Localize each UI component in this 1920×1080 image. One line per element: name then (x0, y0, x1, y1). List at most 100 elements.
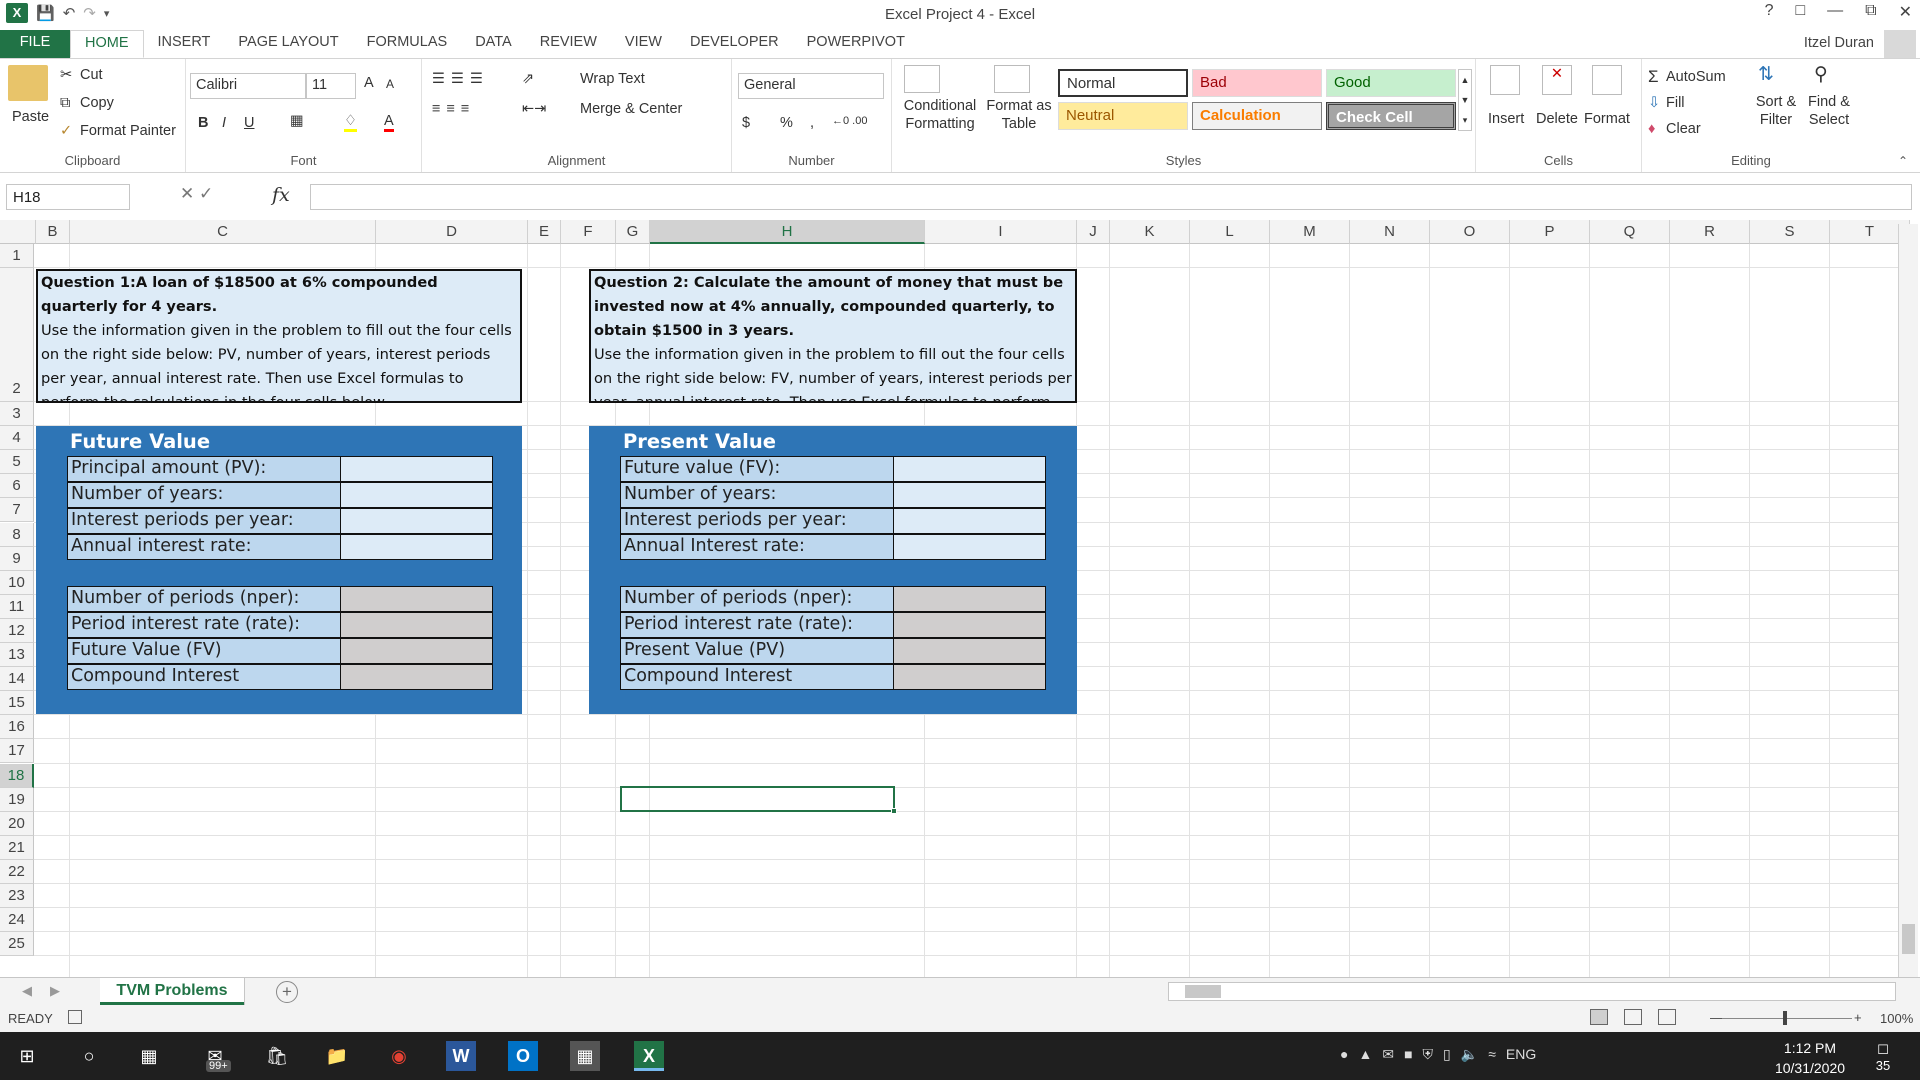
grow-font-button[interactable]: A (364, 75, 374, 91)
format-painter-button[interactable]: Format Painter (80, 123, 176, 139)
style-check-cell[interactable]: Check Cell (1326, 102, 1456, 130)
shrink-font-button[interactable]: A (386, 77, 394, 91)
minimize-icon[interactable]: — (1827, 2, 1843, 22)
number-format-select[interactable]: General (738, 73, 884, 99)
row-header[interactable]: 17 (0, 739, 34, 764)
fv-compound-interest-cell[interactable] (341, 664, 493, 690)
restore-icon[interactable]: ⧉ (1865, 2, 1876, 22)
fv-periods-cell[interactable] (341, 508, 493, 534)
row-header[interactable]: 12 (0, 618, 34, 643)
column-header[interactable]: H (650, 220, 925, 244)
row-header[interactable]: 8 (0, 522, 34, 547)
tab-page-layout[interactable]: PAGE LAYOUT (224, 30, 352, 58)
font-size-select[interactable]: 11 (306, 73, 356, 99)
pv-nper-cell[interactable] (894, 586, 1046, 612)
clock[interactable]: 1:12 PM 10/31/2020 (1750, 1038, 1870, 1078)
row-header[interactable]: 20 (0, 811, 34, 836)
fill-color-icon[interactable]: ♢ (344, 113, 357, 132)
store-icon[interactable]: 🛍 (262, 1041, 292, 1071)
comma-button[interactable]: , (810, 115, 814, 131)
style-bad[interactable]: Bad (1192, 69, 1322, 97)
style-calculation[interactable]: Calculation (1192, 102, 1322, 130)
bold-button[interactable]: B (198, 115, 208, 131)
row-header[interactable]: 15 (0, 691, 34, 716)
windows-start-icon[interactable]: ⊞ (12, 1041, 42, 1071)
volume-icon[interactable]: 🔈 (1461, 1046, 1478, 1063)
pv-rate-cell[interactable] (894, 534, 1046, 560)
tab-data[interactable]: DATA (461, 30, 526, 58)
format-painter-icon[interactable]: ✓ (60, 123, 72, 139)
row-header[interactable]: 19 (0, 787, 34, 812)
column-header[interactable]: B (36, 220, 70, 244)
indent-icons[interactable]: ⇤⇥ (522, 101, 546, 117)
tab-file[interactable]: FILE (0, 30, 70, 58)
fill-handle[interactable] (891, 808, 897, 814)
tab-home[interactable]: HOME (70, 30, 144, 58)
borders-icon[interactable]: ▦ (290, 113, 304, 129)
fv-years-cell[interactable] (341, 482, 493, 508)
paste-icon[interactable] (8, 65, 48, 101)
insert-cells-icon[interactable] (1490, 65, 1520, 95)
skype-icon[interactable]: ● (1340, 1046, 1348, 1063)
pv-years-cell[interactable] (894, 482, 1046, 508)
help-icon[interactable]: ? (1765, 2, 1774, 22)
notification-center-icon[interactable]: ☐ 35 (1868, 1042, 1898, 1073)
row-header[interactable]: 3 (0, 402, 34, 427)
avatar[interactable] (1884, 30, 1916, 58)
fv-nper-cell[interactable] (341, 586, 493, 612)
column-header[interactable]: F (561, 220, 616, 244)
column-header[interactable]: I (925, 220, 1077, 244)
format-button[interactable]: Format (1584, 111, 1630, 127)
format-as-table-button[interactable]: Format as Table (984, 97, 1054, 133)
page-break-view-icon[interactable] (1658, 1009, 1676, 1025)
tab-view[interactable]: VIEW (611, 30, 676, 58)
zoom-slider-thumb[interactable] (1783, 1011, 1787, 1025)
row-header[interactable]: 4 (0, 426, 34, 451)
macro-record-icon[interactable] (68, 1010, 82, 1024)
vertical-align-icons[interactable]: ☰☰☰ (432, 71, 489, 87)
selected-cell-highlight[interactable] (620, 786, 895, 812)
decimal-icons[interactable]: ←0 .00 (832, 115, 867, 127)
row-header[interactable]: 22 (0, 859, 34, 884)
fv-rate-cell[interactable] (341, 534, 493, 560)
word-icon[interactable]: W (446, 1041, 476, 1071)
user-name[interactable]: Itzel Duran (1804, 35, 1874, 51)
find-select-icon[interactable]: ⚲ (1814, 63, 1828, 86)
pv-period-rate-cell[interactable] (894, 612, 1046, 638)
column-header[interactable]: J (1077, 220, 1110, 244)
row-header[interactable]: 16 (0, 715, 34, 740)
font-name-select[interactable]: Calibri (190, 73, 306, 99)
row-header[interactable]: 13 (0, 643, 34, 668)
normal-view-icon[interactable] (1590, 1009, 1608, 1025)
row-header[interactable]: 1 (0, 244, 34, 268)
tab-insert[interactable]: INSERT (144, 30, 225, 58)
zoom-level[interactable]: 100% (1880, 1011, 1913, 1026)
tab-developer[interactable]: DEVELOPER (676, 30, 793, 58)
conditional-formatting-icon[interactable] (904, 65, 940, 93)
task-view-icon[interactable]: ▦ (134, 1041, 164, 1071)
column-header[interactable]: L (1190, 220, 1270, 244)
horizontal-scrollbar[interactable] (1168, 982, 1896, 1001)
clear-button[interactable]: Clear (1666, 121, 1701, 137)
onenote-tray-icon[interactable]: ■ (1404, 1046, 1412, 1063)
row-header[interactable]: 9 (0, 546, 34, 571)
merge-center-button[interactable]: Merge & Center (580, 101, 682, 117)
sheet-nav-arrows[interactable]: ◀▶ (22, 983, 78, 999)
row-header[interactable]: 14 (0, 667, 34, 692)
pv-result-cell[interactable] (894, 638, 1046, 664)
conditional-formatting-button[interactable]: Conditional Formatting (900, 97, 980, 133)
tab-review[interactable]: REVIEW (526, 30, 611, 58)
tab-powerpivot[interactable]: POWERPIVOT (793, 30, 919, 58)
paste-button[interactable]: Paste (12, 109, 49, 125)
row-header[interactable]: 5 (0, 450, 34, 475)
name-box[interactable]: H18 (6, 184, 130, 210)
question-2-box[interactable]: Question 2: Calculate the amount of mone… (589, 269, 1077, 403)
horizontal-scroll-thumb[interactable] (1185, 985, 1221, 998)
style-good[interactable]: Good (1326, 69, 1456, 97)
column-header[interactable]: R (1670, 220, 1750, 244)
language-indicator[interactable]: ENG (1506, 1046, 1536, 1063)
calculator-icon[interactable]: ▦ (570, 1041, 600, 1071)
pv-fv-cell[interactable] (894, 456, 1046, 482)
question-1-box[interactable]: Question 1:A loan of $18500 at 6% compou… (36, 269, 522, 403)
currency-button[interactable]: $ (742, 115, 750, 131)
